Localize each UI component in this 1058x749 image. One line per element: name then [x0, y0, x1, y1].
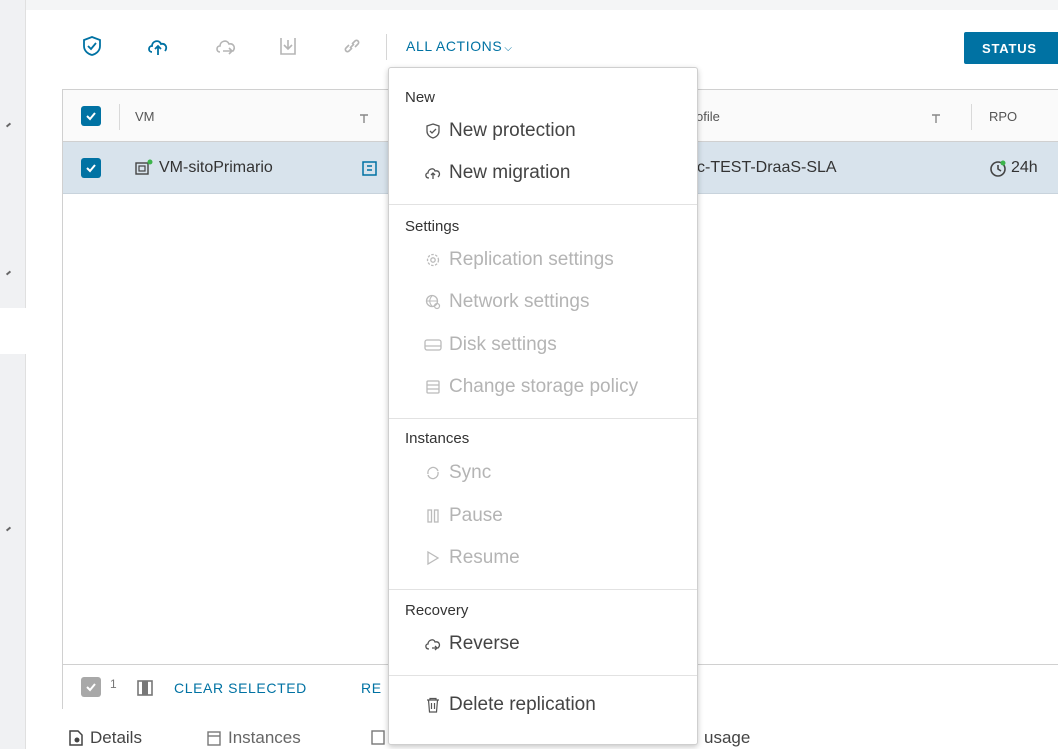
collapse-arrow-icon[interactable]	[5, 526, 12, 532]
menu-item-label: Sync	[449, 462, 492, 483]
column-toggle-icon[interactable]	[137, 680, 153, 701]
database-icon	[423, 377, 443, 397]
all-actions-dropdown[interactable]: ALL ACTIONS ⌵	[406, 38, 513, 54]
document-icon	[69, 730, 83, 746]
menu-item-label: New migration	[449, 162, 571, 183]
column-header-rpo[interactable]: RPO	[989, 109, 1017, 124]
menu-item-label: Reverse	[449, 633, 520, 654]
menu-item-pause: Pause	[423, 505, 503, 527]
clipboard-icon	[371, 730, 385, 745]
menu-divider	[389, 418, 697, 419]
profile-name: c-TEST-DraaS-SLA	[697, 159, 837, 176]
cloud-upload-icon	[423, 163, 443, 183]
rpo-value: 24h	[1011, 159, 1038, 176]
menu-divider	[389, 589, 697, 590]
menu-divider	[389, 675, 697, 676]
truncated-footer-link[interactable]: RE	[361, 680, 382, 696]
vm-icon	[133, 159, 153, 182]
filter-icon[interactable]	[931, 111, 941, 129]
menu-section-new: New	[405, 89, 436, 106]
menu-item-replication-settings: Replication settings	[423, 249, 614, 271]
sync-icon	[423, 463, 443, 483]
pause-icon	[423, 506, 443, 526]
selected-count: 1	[110, 677, 117, 691]
menu-item-new-protection[interactable]: New protection	[423, 120, 576, 142]
tab-instances-label: Instances	[228, 728, 301, 747]
download-icon	[276, 34, 300, 58]
select-all-checkbox[interactable]	[81, 106, 101, 126]
menu-item-label: Resume	[449, 547, 520, 568]
all-actions-menu: New New protection New migration Setting…	[388, 67, 698, 745]
selection-checkbox-icon	[81, 677, 101, 697]
tab-usage[interactable]: usage	[704, 728, 750, 748]
menu-item-network-settings: Network settings	[423, 291, 589, 313]
menu-item-label: Disk settings	[449, 334, 557, 355]
tab-instances[interactable]: Instances	[206, 728, 301, 748]
calendar-icon	[207, 731, 221, 746]
collapse-arrow-icon[interactable]	[5, 122, 12, 128]
collapse-arrow-icon[interactable]	[5, 270, 12, 276]
cloud-reverse-icon	[423, 634, 443, 654]
play-icon	[423, 548, 443, 568]
shield-check-icon	[423, 121, 443, 141]
menu-item-label: Pause	[449, 505, 503, 526]
menu-section-settings: Settings	[405, 218, 460, 235]
nav-selected-band	[0, 308, 26, 354]
top-shade	[26, 0, 1058, 10]
cloud-sync-icon	[214, 34, 238, 58]
left-navigation-strip	[0, 0, 26, 749]
menu-section-recovery: Recovery	[405, 602, 469, 619]
menu-item-label: New protection	[449, 120, 576, 141]
menu-item-disk-settings: Disk settings	[423, 334, 557, 356]
menu-divider	[389, 204, 697, 205]
menu-item-label: Replication settings	[449, 249, 614, 270]
gear-icon	[423, 250, 443, 270]
cloud-upload-icon[interactable]	[146, 34, 170, 58]
all-actions-label: ALL ACTIONS	[406, 38, 503, 54]
toolbar-separator	[386, 34, 387, 60]
column-separator	[119, 104, 120, 130]
vm-name[interactable]: VM-sitoPrimario	[159, 159, 273, 177]
column-header-vm[interactable]: VM	[135, 109, 155, 124]
status-button[interactable]: STATUS	[964, 32, 1058, 64]
clear-selected-button[interactable]: CLEAR SELECTED	[174, 680, 307, 696]
menu-item-reverse[interactable]: Reverse	[423, 633, 520, 655]
column-header-profile[interactable]: ofile	[696, 109, 720, 124]
tab-usage-label: usage	[704, 728, 751, 747]
menu-item-new-migration[interactable]: New migration	[423, 162, 570, 184]
tab-partially-hidden[interactable]	[370, 728, 386, 746]
network-icon	[423, 292, 443, 312]
menu-item-label: Network settings	[449, 291, 590, 312]
menu-item-resume: Resume	[423, 547, 520, 569]
tab-details-label: Details	[90, 728, 142, 747]
menu-item-label: Change storage policy	[449, 376, 639, 397]
column-separator	[971, 104, 972, 130]
chevron-down-icon: ⌵	[504, 43, 513, 54]
tab-details[interactable]: Details	[68, 728, 142, 748]
link-icon	[340, 34, 364, 58]
menu-item-sync: Sync	[423, 462, 491, 484]
menu-item-label: Delete replication	[449, 694, 596, 715]
disk-icon	[423, 335, 443, 355]
menu-section-instances: Instances	[405, 430, 470, 447]
row-checkbox[interactable]	[81, 158, 101, 178]
menu-item-delete-replication[interactable]: Delete replication	[423, 694, 596, 716]
trash-icon	[423, 695, 443, 715]
clock-icon	[989, 160, 1007, 183]
replication-icon	[361, 159, 379, 182]
menu-item-change-storage-policy: Change storage policy	[423, 376, 638, 398]
filter-icon[interactable]	[359, 111, 369, 129]
shield-check-icon[interactable]	[80, 34, 104, 58]
